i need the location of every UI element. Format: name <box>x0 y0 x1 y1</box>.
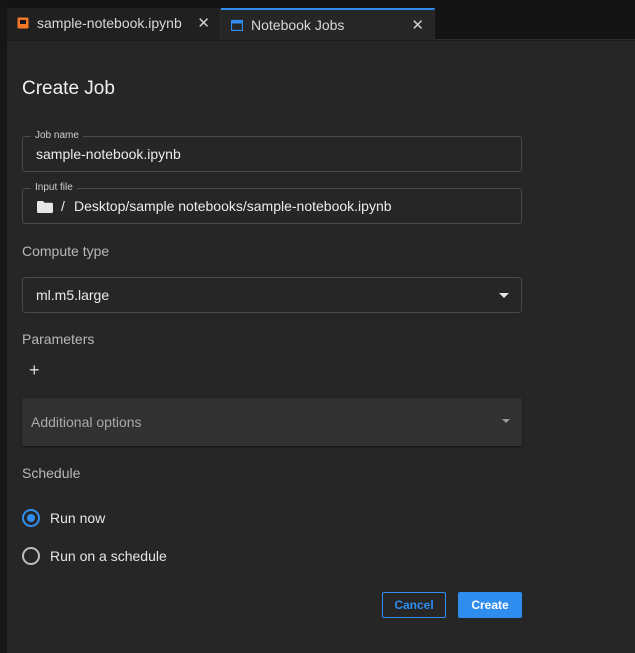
schedule-label: Schedule <box>22 465 81 481</box>
close-icon[interactable]: ✕ <box>197 14 210 32</box>
cancel-button[interactable]: Cancel <box>382 592 446 618</box>
tab-label: Notebook Jobs <box>251 17 345 33</box>
chevron-down-icon <box>499 293 509 298</box>
path-separator: / <box>61 198 65 214</box>
close-icon[interactable]: ✕ <box>411 16 424 34</box>
input-file-field[interactable]: Input file / Desktop/sample notebooks/sa… <box>22 182 522 224</box>
run-now-radio[interactable] <box>22 509 40 527</box>
compute-type-select[interactable]: ml.m5.large <box>22 277 522 313</box>
input-file-label: Input file <box>31 182 77 194</box>
job-name-field[interactable]: Job name sample-notebook.ipynb <box>22 130 522 172</box>
create-job-panel: Create Job Job name sample-notebook.ipyn… <box>7 41 635 653</box>
additional-options-accordion[interactable]: Additional options <box>22 398 522 446</box>
tab-label: sample-notebook.ipynb <box>37 15 182 31</box>
tab-notebook-jobs[interactable]: Notebook Jobs ✕ <box>221 8 435 40</box>
folder-icon <box>37 201 53 213</box>
job-name-value: sample-notebook.ipynb <box>36 146 181 162</box>
create-button[interactable]: Create <box>458 592 522 618</box>
compute-type-value: ml.m5.large <box>36 287 110 303</box>
run-on-schedule-option[interactable]: Run on a schedule <box>22 546 222 566</box>
page-title: Create Job <box>22 78 115 99</box>
input-file-path: Desktop/sample notebooks/sample-notebook… <box>74 198 392 214</box>
run-on-schedule-radio[interactable] <box>22 547 40 565</box>
tab-sample-notebook[interactable]: sample-notebook.ipynb ✕ <box>7 8 221 40</box>
compute-type-label: Compute type <box>22 243 110 259</box>
additional-options-label: Additional options <box>31 414 142 430</box>
chevron-down-icon <box>502 419 510 423</box>
job-name-label: Job name <box>31 130 83 142</box>
run-now-label: Run now <box>50 510 106 526</box>
add-parameter-button[interactable]: + <box>29 361 40 379</box>
run-now-option[interactable]: Run now <box>22 508 222 528</box>
calendar-icon <box>231 19 243 31</box>
parameters-label: Parameters <box>22 331 95 347</box>
tab-bar: sample-notebook.ipynb ✕ Notebook Jobs ✕ <box>7 0 635 40</box>
run-on-schedule-label: Run on a schedule <box>50 548 167 564</box>
left-gutter <box>0 0 7 653</box>
notebook-icon <box>17 17 29 29</box>
